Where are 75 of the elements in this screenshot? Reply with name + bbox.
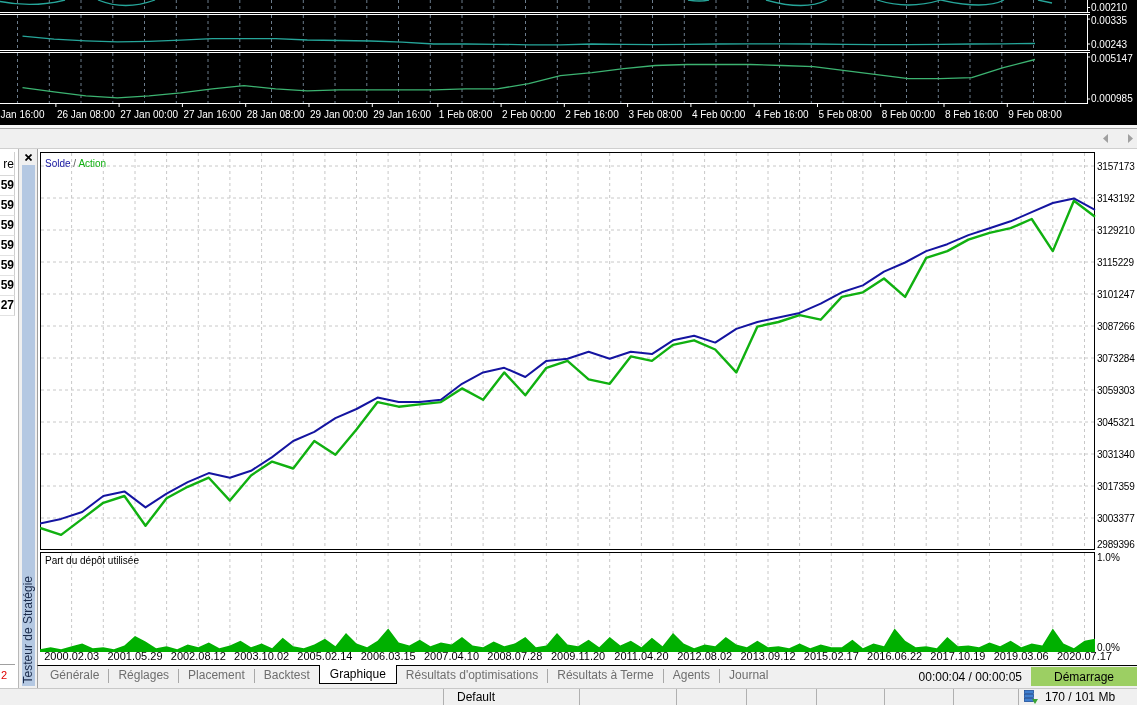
axis-label: Jan 16:00 (0, 109, 45, 120)
axis-label: 2012.08.02 (677, 650, 733, 662)
axis-label: 2009.11.20 (550, 650, 606, 662)
axis-label: 0.00243 (1091, 38, 1128, 50)
axis-label: 3017359 (1097, 480, 1135, 492)
axis-label: 2016.06.22 (867, 650, 923, 662)
axis-label: 8 Feb 16:00 (945, 109, 999, 120)
axis-label: 0.00335 (1091, 15, 1128, 26)
axis-label: 2 Feb 16:00 (565, 109, 619, 120)
tab[interactable]: Résultats d'optimisations (396, 666, 548, 685)
axis-label: 2011.04.20 (614, 650, 669, 662)
axis-label: 3101247 (1097, 288, 1135, 300)
axis-label: 29 Jan 00:00 (310, 109, 368, 120)
axis-label: 3059303 (1097, 384, 1135, 396)
axis-label: 3 Feb 08:00 (628, 109, 682, 120)
axis-label: 3115229 (1097, 256, 1134, 268)
scroll-left-icon[interactable] (1103, 134, 1108, 143)
axis-label: 2019.03.06 (993, 650, 1049, 662)
axis-label: 3003377 (1097, 512, 1135, 524)
memory-usage: 170 / 101 Mb (1045, 690, 1116, 704)
axis-label: 5 Feb 08:00 (818, 109, 872, 120)
axis-label: 1.0% (1097, 552, 1120, 564)
axis-label: 0.00210 (1091, 2, 1128, 12)
scroll-right-icon[interactable] (1128, 134, 1133, 143)
axis-label: 0.0% (1097, 642, 1120, 653)
panel-title: Testeur de Stratégie (21, 575, 35, 683)
axis-label: 29 Jan 16:00 (373, 109, 432, 120)
axis-label: 4 Feb 00:00 (691, 109, 746, 120)
axis-label: 3073284 (1097, 352, 1135, 364)
axis-label: 28 Jan 08:00 (246, 109, 305, 120)
axis-label: 26 Jan 08:00 (56, 109, 115, 120)
profile-name: Default (457, 690, 496, 704)
tab[interactable]: Résultats à Terme (548, 666, 663, 685)
axis-label: 1 Feb 08:00 (438, 109, 493, 120)
axis-label: 2002.08.12 (170, 650, 226, 662)
tab[interactable]: Graphique (318, 665, 397, 684)
tab[interactable]: Générale (41, 666, 109, 685)
axis-label: 3045321 (1097, 416, 1135, 428)
axis-label: 2017.10.19 (930, 650, 986, 662)
axis-label: 2000.02.03 (44, 650, 100, 662)
elapsed-time: 00:00:04 / 00:00:05 (918, 669, 1023, 684)
axis-label: 2003.10.02 (234, 650, 290, 662)
status-count: 2 (1, 669, 8, 681)
storage-icon (1024, 690, 1038, 704)
axis-label: 2 Feb 00:00 (502, 109, 556, 120)
tab[interactable]: Placement (179, 666, 254, 685)
axis-label: 2007.04.10 (423, 650, 480, 662)
tab[interactable]: Backtest (254, 666, 319, 685)
axis-label: 27 Jan 00:00 (120, 109, 178, 120)
axis-label: 0.005147 (1091, 53, 1133, 64)
chart-title: Part du dépôt utilisée (45, 555, 139, 566)
axis-label: 3087266 (1097, 320, 1135, 332)
axis-label: 2005.02.14 (297, 650, 353, 662)
axis-label: 0.000985 (1091, 93, 1133, 104)
axis-label: 8 Feb 00:00 (881, 109, 936, 120)
axis-label: 3157173 (1097, 160, 1135, 172)
axis-label: 4 Feb 16:00 (755, 109, 809, 120)
axis-label: 2008.07.28 (487, 650, 543, 662)
axis-label: 2020.07.17 (1056, 650, 1113, 662)
axis-label: 2013.09.12 (740, 650, 796, 662)
axis-label: 2989396 (1097, 539, 1135, 550)
axis-label: 2015.02.17 (803, 650, 859, 662)
tab[interactable]: Journal (720, 666, 778, 685)
axis-label: 2001.05.29 (107, 650, 163, 662)
chart-legend: Solde / Action (45, 158, 107, 169)
axis-label: 9 Feb 08:00 (1008, 109, 1062, 120)
axis-label: 3143192 (1097, 192, 1135, 204)
axis-label: 3129210 (1097, 224, 1135, 236)
tab[interactable]: Agents (663, 666, 720, 685)
tab[interactable]: Réglages (109, 666, 179, 685)
start-button[interactable]: Démarrage (1031, 667, 1137, 686)
axis-label: 2006.03.15 (360, 650, 416, 662)
close-icon[interactable] (24, 154, 32, 161)
axis-label: 27 Jan 16:00 (183, 109, 242, 120)
axis-label: 3031340 (1097, 448, 1135, 460)
